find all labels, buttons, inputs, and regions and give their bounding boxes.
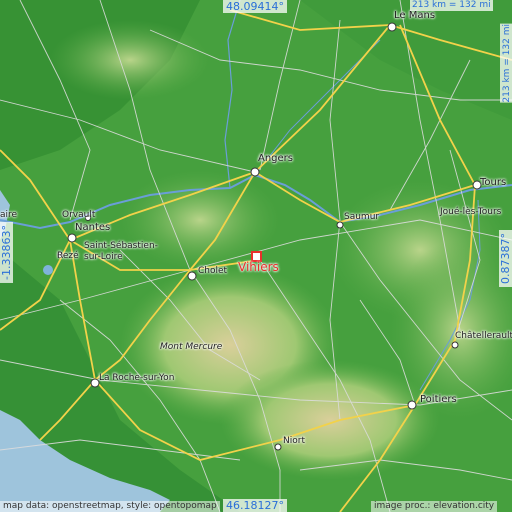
lake-grand-lieu <box>43 265 53 275</box>
label-poitiers: Poitiers <box>420 394 457 405</box>
label-chatellerault: Châtellerault <box>455 331 512 341</box>
credit-map-data: map data: openstreetmap, style: opentopo… <box>0 501 220 512</box>
label-reze: Rezé <box>57 251 79 261</box>
label-nantes: Nantes <box>75 222 111 233</box>
label-niort: Niort <box>283 436 305 446</box>
map-view[interactable]: Le Mans Angers Tours Orvault Nantes Sain… <box>0 0 512 512</box>
label-aire-partial: aire <box>0 210 18 220</box>
label-mont-mercure: Mont Mercure <box>160 342 223 352</box>
label-joue-les-tours: Joué-lès-Tours <box>440 207 502 217</box>
label-le-mans: Le Mans <box>394 10 436 21</box>
label-vihiers: Vihiers <box>238 260 279 274</box>
label-angers: Angers <box>258 153 293 164</box>
credit-image-proc: image proc.: elevation.city <box>371 501 498 512</box>
coord-right: 0.87387° <box>499 230 512 287</box>
coord-bottom: 46.18127° <box>223 499 287 512</box>
coord-left: -1.33863° <box>0 222 13 283</box>
label-sur-loire: sur-Loire <box>84 252 123 262</box>
label-tours: Tours <box>480 177 507 188</box>
scale-horizontal: 213 km = 132 mi <box>410 0 493 11</box>
scale-vertical: 213 km = 132 mi <box>500 24 512 103</box>
label-orvault: Orvault <box>62 210 96 220</box>
coord-top: 48.09414° <box>223 0 287 13</box>
label-la-roche-sur-yon: La Roche-sur-Yon <box>99 373 175 383</box>
label-saumur: Saumur <box>344 212 380 222</box>
label-saint-sebastien: Saint-Sébastien- <box>84 241 158 251</box>
label-cholet: Cholet <box>198 266 228 276</box>
